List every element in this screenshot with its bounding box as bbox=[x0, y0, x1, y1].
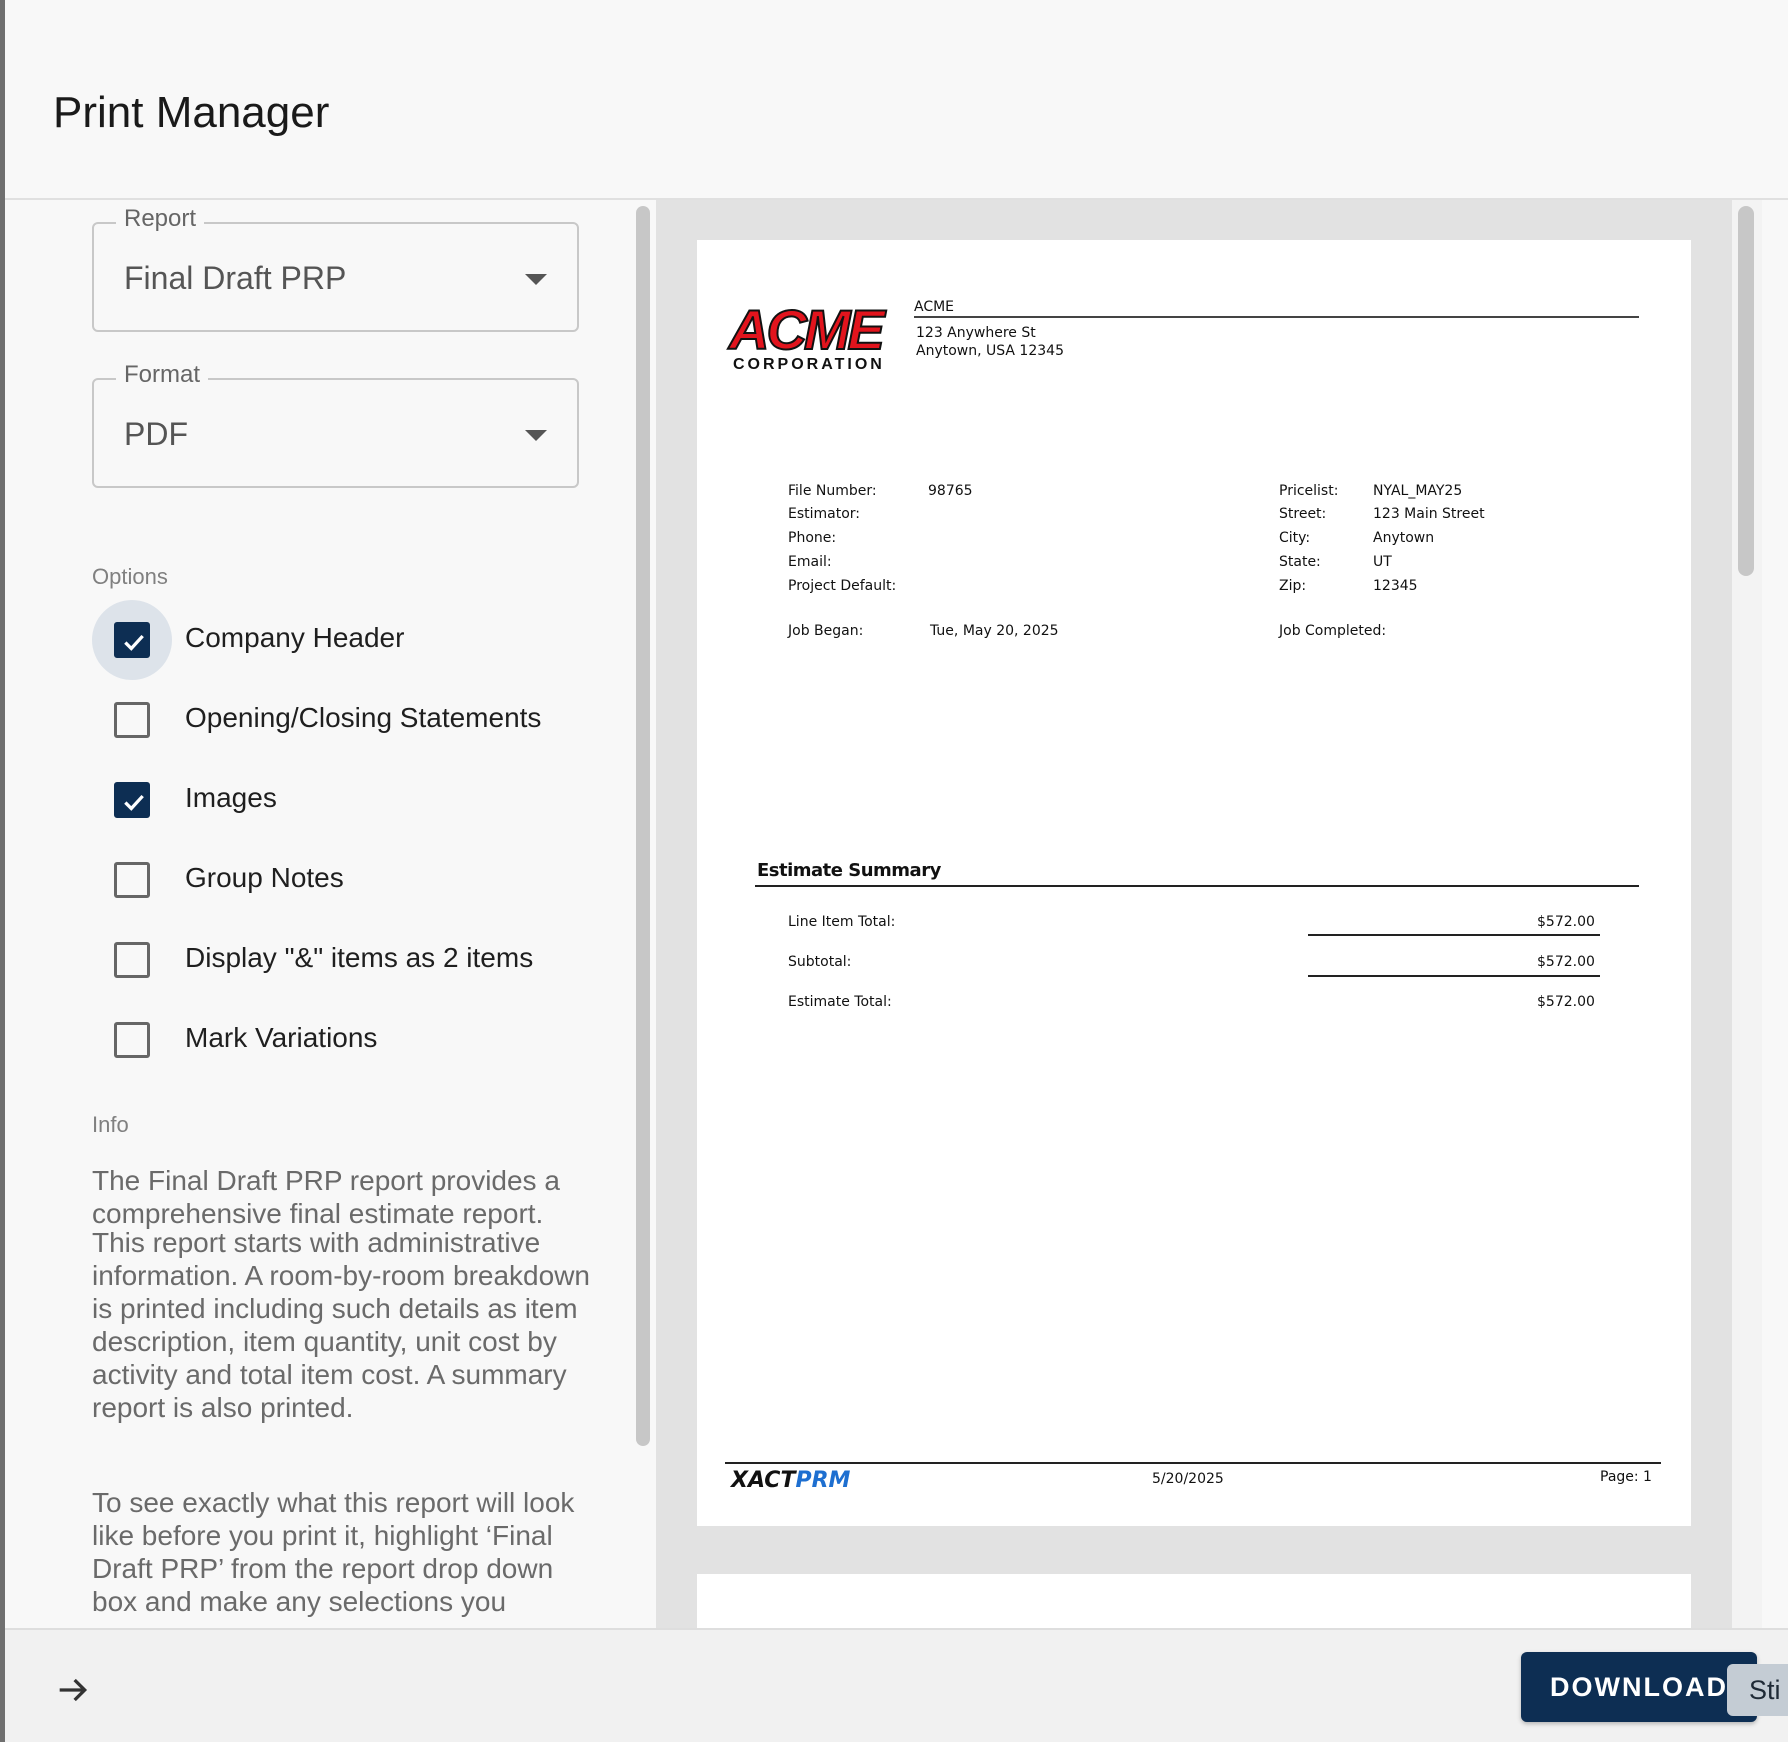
download-button[interactable]: DOWNLOAD bbox=[1521, 1652, 1757, 1722]
option-label: Images bbox=[185, 782, 277, 813]
option-opening-closing-statements[interactable]: Opening/Closing Statements bbox=[92, 680, 592, 760]
field-label: Email: bbox=[788, 554, 832, 570]
field-value: 123 Main Street bbox=[1373, 506, 1485, 522]
field-value: 12345 bbox=[1373, 578, 1418, 594]
caret-down-icon bbox=[525, 430, 547, 441]
company-address-line2: Anytown, USA 12345 bbox=[916, 343, 1064, 359]
summary-title: Estimate Summary bbox=[757, 860, 941, 881]
field-label: Street: bbox=[1279, 506, 1327, 522]
checkbox-display-ampersand-items[interactable] bbox=[114, 942, 150, 978]
option-label: Display "&" items as 2 items bbox=[185, 942, 534, 973]
summary-row-rule bbox=[1308, 934, 1600, 936]
info-paragraph: To see exactly what this report will loo… bbox=[92, 1487, 575, 1617]
info-label: Info bbox=[92, 1112, 129, 1137]
field-label: Project Default: bbox=[788, 578, 897, 594]
checkbox-opening-closing-statements[interactable] bbox=[114, 702, 150, 738]
footer-date: 5/20/2025 bbox=[1152, 1471, 1224, 1487]
field-label: State: bbox=[1279, 554, 1321, 570]
field-label: Phone: bbox=[788, 530, 837, 546]
summary-row-rule bbox=[1308, 975, 1600, 977]
field-label: City: bbox=[1279, 530, 1311, 546]
arrow-right-icon[interactable] bbox=[53, 1670, 93, 1710]
checkbox-images[interactable] bbox=[114, 782, 150, 818]
logo-text: ACME bbox=[728, 298, 886, 361]
report-select-value: Final Draft PRP bbox=[124, 260, 347, 296]
footer-page: Page: 1 bbox=[1600, 1469, 1652, 1485]
checkbox-mark-variations[interactable] bbox=[114, 1022, 150, 1058]
settings-panel: Report Final Draft PRP Format PDF Option… bbox=[5, 200, 625, 1628]
option-label: Opening/Closing Statements bbox=[185, 702, 542, 733]
footer-rule bbox=[725, 1462, 1661, 1464]
acme-logo: ACME CORPORATION bbox=[728, 298, 911, 374]
field-label: Zip: bbox=[1279, 578, 1307, 594]
dialog-title: Print Manager bbox=[53, 88, 330, 137]
option-group-notes[interactable]: Group Notes bbox=[92, 840, 592, 920]
xactprm-logo: XACTPRM bbox=[731, 1468, 850, 1493]
field-value: NYAL_MAY25 bbox=[1373, 483, 1463, 499]
option-images[interactable]: Images bbox=[92, 760, 592, 840]
summary-value: $572.00 bbox=[1537, 914, 1595, 930]
report-select[interactable]: Report Final Draft PRP bbox=[92, 205, 579, 332]
check-icon bbox=[124, 794, 144, 811]
field-value: Anytown bbox=[1373, 530, 1435, 546]
field-label: File Number: bbox=[788, 483, 877, 499]
format-select-value: PDF bbox=[124, 416, 188, 452]
summary-rule bbox=[755, 885, 1639, 887]
preview-page bbox=[697, 1574, 1691, 1628]
footer-bar: DOWNLOAD Sti bbox=[5, 1628, 1788, 1742]
summary-value: $572.00 bbox=[1537, 954, 1595, 970]
caret-down-icon bbox=[525, 274, 547, 285]
format-select[interactable]: Format PDF bbox=[92, 361, 579, 488]
footer-logo-part1: XACT bbox=[731, 1468, 796, 1493]
job-began-value: Tue, May 20, 2025 bbox=[930, 623, 1059, 639]
summary-label: Subtotal: bbox=[788, 954, 852, 970]
company-rule bbox=[914, 316, 1639, 318]
print-manager-dialog: Print Manager Report Final Draft PRP For… bbox=[5, 0, 1788, 1742]
field-label: Pricelist: bbox=[1279, 483, 1339, 499]
preview-page: ACME CORPORATION ACME 123 Anywhere St An… bbox=[697, 240, 1691, 1526]
field-label: Estimator: bbox=[788, 506, 861, 522]
field-value: 98765 bbox=[928, 483, 973, 499]
info-paragraph: The Final Draft PRP report provides a co… bbox=[92, 1165, 560, 1229]
checkbox-group-notes[interactable] bbox=[114, 862, 150, 898]
job-completed-label: Job Completed: bbox=[1279, 623, 1387, 639]
option-label: Mark Variations bbox=[185, 1022, 378, 1053]
field-value: UT bbox=[1373, 554, 1392, 570]
logo-subtext: CORPORATION bbox=[733, 356, 885, 373]
option-label: Company Header bbox=[185, 622, 405, 653]
check-icon bbox=[124, 634, 144, 651]
sticky-tab[interactable]: Sti bbox=[1727, 1664, 1788, 1716]
summary-label: Estimate Total: bbox=[788, 994, 892, 1010]
preview-scrollbar-thumb[interactable] bbox=[1738, 206, 1754, 576]
job-began-label: Job Began: bbox=[788, 623, 864, 639]
company-name: ACME bbox=[914, 299, 955, 315]
summary-value: $572.00 bbox=[1537, 994, 1595, 1010]
report-select-label: Report bbox=[116, 205, 205, 233]
summary-label: Line Item Total: bbox=[788, 914, 896, 930]
footer-logo-part2: PRM bbox=[795, 1468, 851, 1493]
option-display-ampersand-items[interactable]: Display "&" items as 2 items bbox=[92, 920, 592, 1000]
settings-scrollbar-thumb[interactable] bbox=[636, 206, 650, 1446]
option-mark-variations[interactable]: Mark Variations bbox=[92, 1000, 592, 1080]
checkbox-company-header[interactable] bbox=[114, 622, 150, 658]
option-label: Group Notes bbox=[185, 862, 344, 893]
company-address-line1: 123 Anywhere St bbox=[916, 325, 1036, 341]
option-company-header[interactable]: Company Header bbox=[92, 600, 592, 680]
options-label: Options bbox=[92, 564, 168, 589]
format-select-label: Format bbox=[116, 361, 209, 389]
info-paragraph: This report starts with administrative i… bbox=[92, 1227, 590, 1423]
right-gutter bbox=[1762, 200, 1788, 1628]
report-preview: ACME CORPORATION ACME 123 Anywhere St An… bbox=[656, 200, 1732, 1628]
